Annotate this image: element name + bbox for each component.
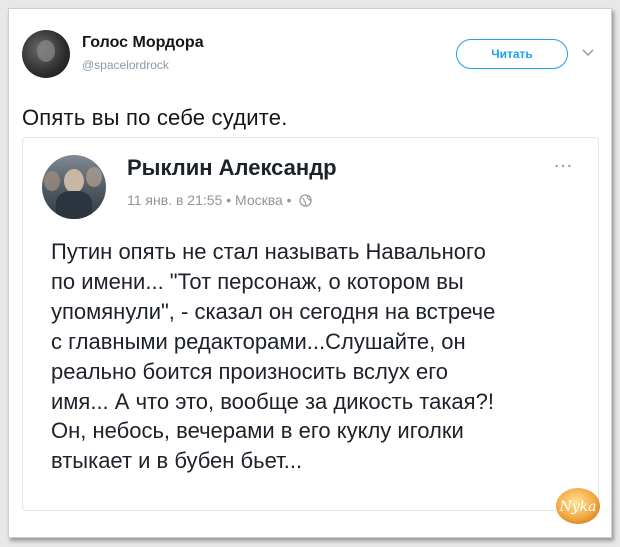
more-options-icon[interactable]: … <box>553 151 574 171</box>
chevron-down-icon[interactable] <box>580 45 596 61</box>
follow-button[interactable]: Читать <box>456 39 568 69</box>
watermark-logo: Nyka <box>556 488 600 524</box>
author-name[interactable]: Голос Мордора <box>82 34 204 52</box>
post-line: Он, небось, вечерами в его куклу иголки <box>51 418 464 444</box>
post-timestamp-location: 11 янв. в 21:55 • Москва • <box>127 192 292 208</box>
globe-icon <box>299 194 313 207</box>
post-line: Путин опять не стал называть Навального <box>51 239 486 264</box>
post-line: имя... А что это, вообще за дикость така… <box>51 388 494 414</box>
tweet-text: Опять вы по себе судите. <box>22 105 288 130</box>
post-meta: 11 янв. в 21:55 • Москва • <box>127 192 313 208</box>
post-line: упомянули", - сказал он сегодня на встре… <box>51 298 496 324</box>
post-line: по имени... "Тот персонаж, о котором вы <box>51 268 464 294</box>
post-author-avatar[interactable] <box>42 155 106 219</box>
screenshot-frame: Голос Мордора @spacelordrock Читать Опят… <box>8 8 612 538</box>
post-body: Путин опять не стал называть Навального … <box>51 237 591 476</box>
post-line: с главными редакторами...Слушайте, он <box>51 328 466 354</box>
embedded-post-card: Рыклин Александр 11 янв. в 21:55 • Москв… <box>22 137 599 511</box>
post-line: реально боится произносить вслух его <box>51 358 448 384</box>
post-author-name[interactable]: Рыклин Александр <box>127 155 337 181</box>
author-handle[interactable]: @spacelordrock <box>82 58 169 72</box>
post-line: втыкает и в бубен бьет... <box>51 448 303 474</box>
svg-text:Nyka: Nyka <box>559 499 597 515</box>
author-avatar[interactable] <box>22 30 70 78</box>
